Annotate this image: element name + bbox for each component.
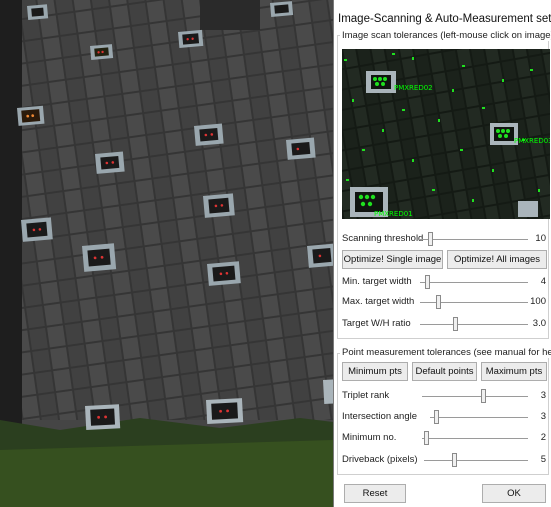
minimum-no-slider[interactable]: Minimum no. 2 bbox=[342, 431, 546, 445]
target-wh-ratio-label: Target W/H ratio bbox=[342, 318, 411, 329]
point-tolerances-label: Point measurement tolerances (see manual… bbox=[340, 347, 551, 358]
min-target-width-slider[interactable]: Min. target width 4 bbox=[342, 275, 546, 289]
target-wh-ratio-slider[interactable]: Target W/H ratio 3.0 bbox=[342, 317, 546, 331]
min-target-width-value: 4 bbox=[540, 276, 546, 287]
intersection-angle-slider[interactable]: Intersection angle 3 bbox=[342, 410, 546, 424]
target-wh-ratio-value: 3.0 bbox=[532, 318, 546, 329]
scanning-threshold-label: Scanning threshold bbox=[342, 233, 424, 244]
optimize-all-images-button[interactable]: Optimize! All images bbox=[447, 250, 547, 269]
reset-button[interactable]: Reset bbox=[344, 484, 406, 503]
slider-track bbox=[424, 460, 528, 461]
minimum-no-label: Minimum no. bbox=[342, 432, 397, 443]
driveback-label: Driveback (pixels) bbox=[342, 454, 418, 465]
scan-preview-image[interactable]: PMXRED02 PMXRED03 PMXRED01 bbox=[342, 49, 550, 219]
slider-thumb[interactable] bbox=[433, 410, 439, 424]
default-points-button[interactable]: Default points bbox=[412, 362, 477, 381]
preview-label-3: PMXRED01 bbox=[374, 210, 413, 218]
slider-thumb[interactable] bbox=[452, 317, 458, 331]
maximum-pts-button[interactable]: Maximum pts bbox=[481, 362, 547, 381]
intersection-angle-label: Intersection angle bbox=[342, 411, 417, 422]
slider-thumb[interactable] bbox=[436, 295, 442, 309]
slider-thumb[interactable] bbox=[425, 275, 431, 289]
scanning-threshold-slider[interactable]: Scanning threshold 10 bbox=[342, 232, 546, 246]
triplet-rank-label: Triplet rank bbox=[342, 390, 390, 401]
slider-thumb[interactable] bbox=[424, 431, 430, 445]
slider-track bbox=[422, 438, 528, 439]
preview-label-1: PMXRED02 bbox=[394, 84, 433, 92]
max-target-width-label: Max. target width bbox=[342, 296, 415, 307]
settings-dialog: Image-Scanning & Auto-Measurement settin… bbox=[333, 0, 551, 507]
minimum-no-value: 2 bbox=[540, 432, 546, 443]
slider-track bbox=[420, 324, 528, 325]
scanning-threshold-value: 10 bbox=[535, 233, 546, 244]
scan-tolerances-label: Image scan tolerances (left-mouse click … bbox=[340, 30, 551, 41]
triplet-rank-value: 3 bbox=[540, 390, 546, 401]
ok-button[interactable]: OK bbox=[482, 484, 546, 503]
minimum-pts-button[interactable]: Minimum pts bbox=[342, 362, 408, 381]
slider-track bbox=[422, 396, 528, 397]
slider-thumb[interactable] bbox=[451, 453, 457, 467]
max-target-width-value: 100 bbox=[530, 296, 546, 307]
intersection-angle-value: 3 bbox=[540, 411, 546, 422]
slider-track bbox=[420, 239, 528, 240]
min-target-width-label: Min. target width bbox=[342, 276, 412, 287]
driveback-value: 5 bbox=[540, 454, 546, 465]
triplet-rank-slider[interactable]: Triplet rank 3 bbox=[342, 389, 546, 403]
preview-target-1 bbox=[366, 71, 396, 93]
slider-track bbox=[430, 417, 528, 418]
driveback-slider[interactable]: Driveback (pixels) 5 bbox=[342, 453, 546, 467]
slider-track bbox=[420, 282, 528, 283]
max-target-width-slider[interactable]: Max. target width 100 bbox=[342, 295, 546, 309]
preview-label-2: PMXRED03 bbox=[514, 137, 550, 145]
optimize-single-image-button[interactable]: Optimize! Single image bbox=[342, 250, 443, 269]
slider-thumb[interactable] bbox=[428, 232, 434, 246]
slider-thumb[interactable] bbox=[480, 389, 486, 403]
dialog-title: Image-Scanning & Auto-Measurement settin… bbox=[338, 13, 551, 25]
